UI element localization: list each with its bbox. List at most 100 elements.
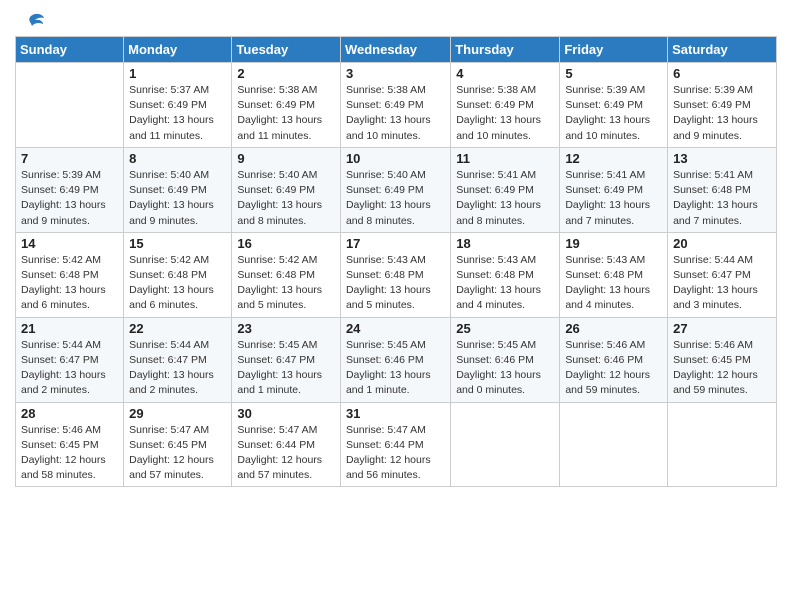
calendar-header-sunday: Sunday [16,37,124,63]
day-info: Sunrise: 5:45 AMSunset: 6:46 PMDaylight:… [346,338,445,399]
calendar-cell [451,402,560,487]
calendar-cell: 22 Sunrise: 5:44 AMSunset: 6:47 PMDayligh… [124,317,232,402]
day-info: Sunrise: 5:40 AMSunset: 6:49 PMDaylight:… [346,168,445,229]
day-number: 18 [456,236,554,251]
day-info: Sunrise: 5:44 AMSunset: 6:47 PMDaylight:… [673,253,771,314]
day-number: 7 [21,151,118,166]
day-number: 3 [346,66,445,81]
day-number: 22 [129,321,226,336]
calendar-cell: 14 Sunrise: 5:42 AMSunset: 6:48 PMDayligh… [16,232,124,317]
calendar-cell: 17 Sunrise: 5:43 AMSunset: 6:48 PMDayligh… [340,232,450,317]
day-number: 11 [456,151,554,166]
calendar-cell: 11 Sunrise: 5:41 AMSunset: 6:49 PMDayligh… [451,147,560,232]
day-number: 2 [237,66,335,81]
calendar-cell: 23 Sunrise: 5:45 AMSunset: 6:47 PMDayligh… [232,317,341,402]
day-number: 28 [21,406,118,421]
calendar-cell: 9 Sunrise: 5:40 AMSunset: 6:49 PMDaylight… [232,147,341,232]
calendar-header-saturday: Saturday [668,37,777,63]
calendar-table: SundayMondayTuesdayWednesdayThursdayFrid… [15,36,777,487]
day-info: Sunrise: 5:43 AMSunset: 6:48 PMDaylight:… [346,253,445,314]
calendar-cell: 19 Sunrise: 5:43 AMSunset: 6:48 PMDayligh… [560,232,668,317]
day-number: 14 [21,236,118,251]
calendar-cell: 21 Sunrise: 5:44 AMSunset: 6:47 PMDayligh… [16,317,124,402]
day-info: Sunrise: 5:46 AMSunset: 6:45 PMDaylight:… [673,338,771,399]
day-number: 13 [673,151,771,166]
day-info: Sunrise: 5:42 AMSunset: 6:48 PMDaylight:… [21,253,118,314]
day-info: Sunrise: 5:44 AMSunset: 6:47 PMDaylight:… [129,338,226,399]
page-header [15,10,777,30]
calendar-header-friday: Friday [560,37,668,63]
day-info: Sunrise: 5:41 AMSunset: 6:49 PMDaylight:… [456,168,554,229]
logo-bird-icon [17,12,45,34]
calendar-cell: 25Sunrise: 5:45 AMSunset: 6:46 PMDayligh… [451,317,560,402]
calendar-cell: 10 Sunrise: 5:40 AMSunset: 6:49 PMDayligh… [340,147,450,232]
calendar-cell: 16Sunrise: 5:42 AMSunset: 6:48 PMDayligh… [232,232,341,317]
day-info: Sunrise: 5:47 AMSunset: 6:44 PMDaylight:… [237,423,335,484]
day-number: 10 [346,151,445,166]
day-info: Sunrise: 5:42 AMSunset: 6:48 PMDaylight:… [129,253,226,314]
calendar-cell: 28Sunrise: 5:46 AMSunset: 6:45 PMDayligh… [16,402,124,487]
calendar-header-thursday: Thursday [451,37,560,63]
day-info: Sunrise: 5:43 AMSunset: 6:48 PMDaylight:… [456,253,554,314]
calendar-cell [16,63,124,148]
day-info: Sunrise: 5:40 AMSunset: 6:49 PMDaylight:… [129,168,226,229]
day-info: Sunrise: 5:41 AMSunset: 6:48 PMDaylight:… [673,168,771,229]
day-info: Sunrise: 5:46 AMSunset: 6:46 PMDaylight:… [565,338,662,399]
calendar-cell: 18 Sunrise: 5:43 AMSunset: 6:48 PMDayligh… [451,232,560,317]
day-number: 15 [129,236,226,251]
day-info: Sunrise: 5:42 AMSunset: 6:48 PMDaylight:… [237,253,335,314]
day-info: Sunrise: 5:43 AMSunset: 6:48 PMDaylight:… [565,253,662,314]
calendar-cell: 1 Sunrise: 5:37 AMSunset: 6:49 PMDaylight… [124,63,232,148]
day-number: 17 [346,236,445,251]
calendar-week-row: 28Sunrise: 5:46 AMSunset: 6:45 PMDayligh… [16,402,777,487]
calendar-cell: 30 Sunrise: 5:47 AMSunset: 6:44 PMDayligh… [232,402,341,487]
logo [15,16,45,30]
day-number: 1 [129,66,226,81]
day-info: Sunrise: 5:38 AMSunset: 6:49 PMDaylight:… [456,83,554,144]
day-number: 21 [21,321,118,336]
day-number: 30 [237,406,335,421]
day-info: Sunrise: 5:45 AMSunset: 6:46 PMDaylight:… [456,338,554,399]
calendar-week-row: 7 Sunrise: 5:39 AMSunset: 6:49 PMDaylight… [16,147,777,232]
calendar-header-wednesday: Wednesday [340,37,450,63]
calendar-cell: 20 Sunrise: 5:44 AMSunset: 6:47 PMDayligh… [668,232,777,317]
calendar-cell: 31 Sunrise: 5:47 AMSunset: 6:44 PMDayligh… [340,402,450,487]
calendar-cell: 8 Sunrise: 5:40 AMSunset: 6:49 PMDaylight… [124,147,232,232]
calendar-header-tuesday: Tuesday [232,37,341,63]
calendar-cell: 29Sunrise: 5:47 AMSunset: 6:45 PMDayligh… [124,402,232,487]
day-info: Sunrise: 5:39 AMSunset: 6:49 PMDaylight:… [21,168,118,229]
day-info: Sunrise: 5:47 AMSunset: 6:45 PMDaylight:… [129,423,226,484]
day-number: 24 [346,321,445,336]
day-info: Sunrise: 5:38 AMSunset: 6:49 PMDaylight:… [346,83,445,144]
day-info: Sunrise: 5:41 AMSunset: 6:49 PMDaylight:… [565,168,662,229]
calendar-cell: 12Sunrise: 5:41 AMSunset: 6:49 PMDayligh… [560,147,668,232]
day-info: Sunrise: 5:44 AMSunset: 6:47 PMDaylight:… [21,338,118,399]
day-number: 9 [237,151,335,166]
calendar-cell: 3 Sunrise: 5:38 AMSunset: 6:49 PMDaylight… [340,63,450,148]
calendar-cell: 5 Sunrise: 5:39 AMSunset: 6:49 PMDaylight… [560,63,668,148]
calendar-cell: 24 Sunrise: 5:45 AMSunset: 6:46 PMDayligh… [340,317,450,402]
calendar-cell: 15 Sunrise: 5:42 AMSunset: 6:48 PMDayligh… [124,232,232,317]
day-number: 8 [129,151,226,166]
calendar-header-monday: Monday [124,37,232,63]
calendar-week-row: 1 Sunrise: 5:37 AMSunset: 6:49 PMDaylight… [16,63,777,148]
calendar-cell: 6Sunrise: 5:39 AMSunset: 6:49 PMDaylight… [668,63,777,148]
calendar-cell: 2 Sunrise: 5:38 AMSunset: 6:49 PMDaylight… [232,63,341,148]
day-number: 19 [565,236,662,251]
day-info: Sunrise: 5:39 AMSunset: 6:49 PMDaylight:… [565,83,662,144]
calendar-cell: 7 Sunrise: 5:39 AMSunset: 6:49 PMDaylight… [16,147,124,232]
calendar-cell: 4Sunrise: 5:38 AMSunset: 6:49 PMDaylight… [451,63,560,148]
day-info: Sunrise: 5:45 AMSunset: 6:47 PMDaylight:… [237,338,335,399]
day-info: Sunrise: 5:38 AMSunset: 6:49 PMDaylight:… [237,83,335,144]
calendar-week-row: 21 Sunrise: 5:44 AMSunset: 6:47 PMDayligh… [16,317,777,402]
day-number: 31 [346,406,445,421]
day-number: 20 [673,236,771,251]
calendar-cell: 26Sunrise: 5:46 AMSunset: 6:46 PMDayligh… [560,317,668,402]
calendar-header-row: SundayMondayTuesdayWednesdayThursdayFrid… [16,37,777,63]
day-info: Sunrise: 5:40 AMSunset: 6:49 PMDaylight:… [237,168,335,229]
day-info: Sunrise: 5:39 AMSunset: 6:49 PMDaylight:… [673,83,771,144]
day-info: Sunrise: 5:47 AMSunset: 6:44 PMDaylight:… [346,423,445,484]
day-number: 5 [565,66,662,81]
day-info: Sunrise: 5:37 AMSunset: 6:49 PMDaylight:… [129,83,226,144]
day-number: 23 [237,321,335,336]
